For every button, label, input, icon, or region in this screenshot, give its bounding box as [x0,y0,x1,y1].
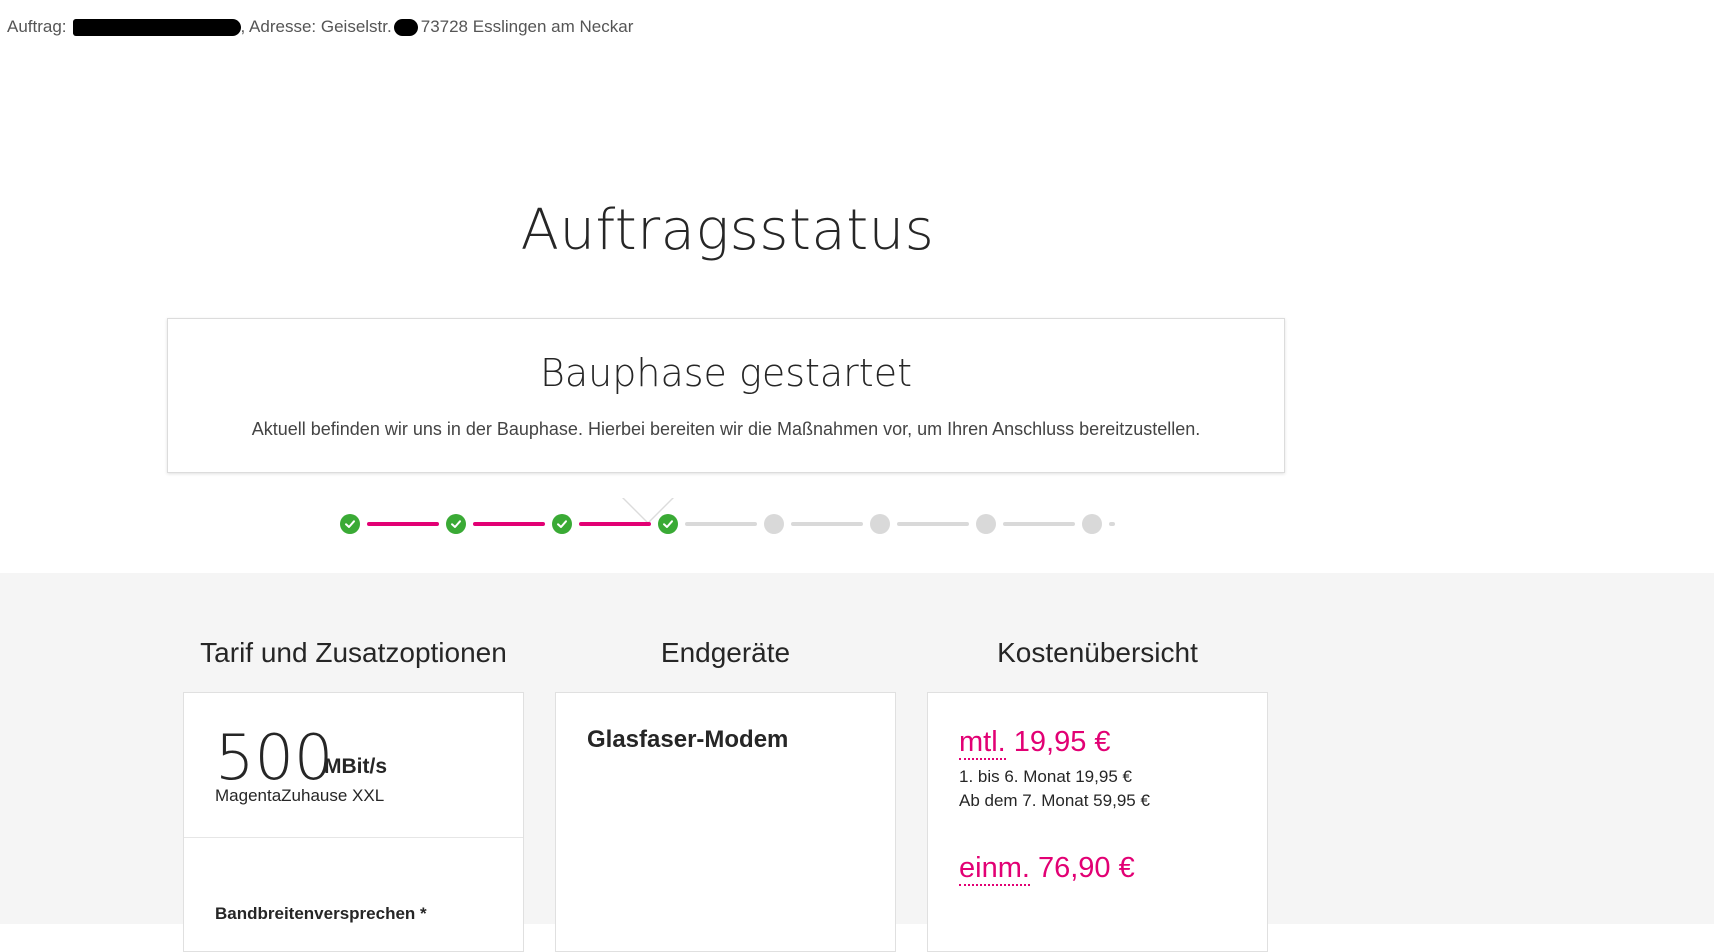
order-label: Auftrag: [7,17,67,36]
progress-step-1 [340,514,360,534]
check-icon [663,520,673,528]
status-description: Aktuell befinden wir uns in der Bauphase… [251,419,1201,439]
progress-connector-3 [579,522,651,526]
address-rest: 73728 Esslingen am Neckar [420,17,634,36]
check-icon [451,520,461,528]
monthly-label-tooltip[interactable]: mtl. [959,726,1006,760]
costs-section-title: Kostenübersicht [997,637,1198,668]
progress-step-4 [658,514,678,534]
details-section: Tarif und Zusatzoptionen Endgeräte Koste… [0,573,1714,952]
progress-step-8 [1082,514,1102,534]
monthly-cost: mtl. 19,95 € [959,726,1111,760]
tariff-name: MagentaZuhause XXL [215,786,385,805]
speed-unit: MBit/s [324,755,387,778]
progress-connector-2 [473,522,545,526]
progress-connector-6 [897,522,969,526]
monthly-detail-1: 1. bis 6. Monat 19,95 € [959,767,1132,786]
monthly-detail-2: Ab dem 7. Monat 59,95 € [959,791,1150,810]
check-icon [557,520,567,528]
progress-connector-7 [1003,522,1075,526]
tariff-section-title: Tarif und Zusatzoptionen [200,637,507,668]
costs-card: mtl. 19,95 € 1. bis 6. Monat 19,95 € Ab … [927,692,1268,952]
redacted-house-number [393,18,418,36]
speed-value: 500 [215,721,334,794]
progress-stepper [340,512,1120,536]
progress-connector-5 [791,522,863,526]
devices-section-title: Endgeräte [660,637,791,668]
progress-step-5 [764,514,784,534]
status-title: Bauphase gestartet [540,351,912,395]
bandwidth-promise-label: Bandbreitenversprechen * [215,904,427,923]
onetime-amount: 76,90 € [1037,852,1135,884]
onetime-label-tooltip[interactable]: einm. [959,852,1030,886]
progress-connector-8 [1109,522,1115,526]
card-divider [184,837,523,838]
onetime-cost: einm. 76,90 € [959,852,1135,886]
tariff-card: 500 MBit/s MagentaZuhause XXL Bandbreite… [183,692,524,952]
monthly-amount: 19,95 € [1013,726,1111,758]
progress-step-2 [446,514,466,534]
address-prefix: , Adresse: Geiselstr. [240,17,392,36]
progress-step-6 [870,514,890,534]
devices-card: Glasfaser-Modem [555,692,896,952]
status-card: Bauphase gestartet Aktuell befinden wir … [167,318,1285,524]
redacted-order-number [72,18,241,36]
order-header: Auftrag: , Adresse: Geiselstr. 73728 Ess… [7,17,633,37]
progress-step-7 [976,514,996,534]
device-name: Glasfaser-Modem [587,726,789,753]
progress-step-3 [552,514,572,534]
progress-connector-4 [685,522,757,526]
check-icon [345,520,355,528]
progress-connector-1 [367,522,439,526]
page-title: Auftragsstatus [520,198,935,263]
